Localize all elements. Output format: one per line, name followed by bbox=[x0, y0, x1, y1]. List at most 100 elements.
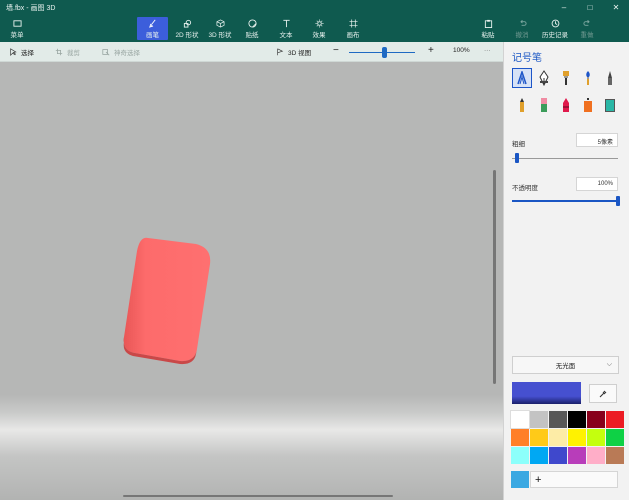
color-swatch[interactable] bbox=[568, 411, 586, 428]
add-color-button[interactable]: + bbox=[530, 471, 618, 488]
maximize-button[interactable]: □ bbox=[577, 0, 603, 15]
crop-icon bbox=[55, 48, 63, 56]
3d-shapes-icon bbox=[216, 18, 224, 28]
color-swatch[interactable] bbox=[606, 447, 624, 464]
opacity-label: 不透明度 bbox=[512, 185, 538, 192]
sticker-icon bbox=[247, 18, 257, 28]
horizontal-scrollbar[interactable] bbox=[123, 495, 393, 497]
crop-tool[interactable]: 裁剪 bbox=[55, 47, 80, 57]
color-swatch[interactable] bbox=[530, 429, 548, 446]
canvas-toolbar: 选择 裁剪 神奇选择 3D 视图 − + 100% ··· bbox=[0, 42, 503, 62]
redo-button[interactable]: 重做 bbox=[576, 17, 598, 40]
thickness-input[interactable]: 5像素 bbox=[576, 133, 618, 147]
history-button[interactable]: 历史记录 bbox=[539, 17, 571, 40]
effects-icon bbox=[314, 18, 324, 28]
custom-color-swatch[interactable] bbox=[511, 471, 529, 488]
redo-icon bbox=[582, 19, 590, 26]
thickness-slider-thumb[interactable] bbox=[515, 153, 520, 163]
eyedropper-icon bbox=[599, 390, 607, 397]
paste-button[interactable]: 粘贴 bbox=[477, 17, 499, 40]
pixel-pen-icon bbox=[608, 71, 612, 85]
color-swatch[interactable] bbox=[606, 429, 624, 446]
watercolor-brush[interactable] bbox=[578, 68, 598, 88]
color-swatch[interactable] bbox=[587, 429, 605, 446]
history-icon bbox=[551, 19, 559, 27]
eraser-icon bbox=[541, 98, 547, 112]
color-swatch[interactable] bbox=[549, 447, 567, 464]
color-swatch[interactable] bbox=[511, 447, 529, 464]
magic-select-tool[interactable]: 神奇选择 bbox=[102, 47, 140, 57]
current-color-swatch[interactable] bbox=[512, 382, 581, 404]
color-swatch[interactable] bbox=[530, 411, 548, 428]
fill-brush[interactable] bbox=[600, 95, 620, 115]
color-swatch[interactable] bbox=[587, 447, 605, 464]
color-swatch[interactable] bbox=[587, 411, 605, 428]
tab-stickers[interactable]: 贴纸 bbox=[239, 17, 265, 40]
undo-icon bbox=[519, 19, 527, 26]
undo-button[interactable]: 撤消 bbox=[511, 17, 533, 40]
menu-button[interactable]: 菜单 bbox=[4, 17, 30, 40]
tab-3d-shapes[interactable]: 3D 形状 bbox=[205, 17, 235, 40]
calligraphy-pen-icon bbox=[539, 70, 549, 86]
color-swatch[interactable] bbox=[511, 429, 529, 446]
redo-label: 重做 bbox=[580, 31, 594, 39]
crayon-brush[interactable] bbox=[556, 95, 576, 115]
spray-can-brush[interactable] bbox=[578, 95, 598, 115]
oil-brush-icon bbox=[563, 71, 569, 85]
select-label: 选择 bbox=[21, 50, 34, 57]
2d-shapes-icon bbox=[183, 19, 191, 28]
finish-value: 无光面 bbox=[555, 363, 576, 370]
fill-bucket-icon bbox=[605, 99, 615, 112]
opacity-slider-thumb[interactable] bbox=[616, 196, 620, 206]
opacity-slider-fill bbox=[512, 200, 618, 202]
select-tool[interactable]: 选择 bbox=[9, 47, 34, 57]
finish-dropdown[interactable]: 无光面 ⌵ bbox=[512, 356, 619, 374]
tab-text[interactable]: 文本 bbox=[273, 17, 299, 40]
color-swatch[interactable] bbox=[568, 429, 586, 446]
color-swatch[interactable] bbox=[510, 410, 530, 429]
zoom-slider-thumb[interactable] bbox=[382, 47, 387, 58]
thickness-slider-track[interactable] bbox=[512, 158, 618, 159]
folder-icon bbox=[12, 19, 22, 27]
marker-brush[interactable] bbox=[512, 68, 532, 88]
3d-model[interactable] bbox=[0, 62, 503, 500]
more-options-button[interactable]: ··· bbox=[484, 47, 491, 54]
minimize-button[interactable]: – bbox=[551, 0, 577, 15]
pixel-pen-brush[interactable] bbox=[600, 68, 620, 88]
color-palette bbox=[510, 410, 624, 464]
tab-canvas[interactable]: 画布 bbox=[340, 17, 366, 40]
color-swatch[interactable] bbox=[549, 429, 567, 446]
zoom-in-button[interactable]: + bbox=[428, 45, 434, 56]
eyedropper-button[interactable] bbox=[589, 384, 617, 403]
canvas-area[interactable] bbox=[0, 62, 503, 500]
tab-label: 画笔 bbox=[146, 31, 159, 39]
opacity-input[interactable]: 100% bbox=[576, 177, 618, 191]
close-button[interactable]: ✕ bbox=[603, 0, 629, 15]
view-3d-toggle[interactable]: 3D 视图 bbox=[276, 47, 311, 57]
tab-brushes[interactable]: 画笔 bbox=[137, 17, 168, 40]
window-title: 墙.fbx - 画图 3D bbox=[6, 5, 56, 12]
tab-label: 文本 bbox=[279, 31, 293, 39]
color-swatch[interactable] bbox=[606, 411, 624, 428]
tab-2d-shapes[interactable]: 2D 形状 bbox=[172, 17, 202, 40]
panel-title: 记号笔 bbox=[512, 53, 542, 64]
eraser-brush[interactable] bbox=[534, 95, 554, 115]
color-swatch[interactable] bbox=[549, 411, 567, 428]
magic-select-label: 神奇选择 bbox=[114, 50, 140, 57]
view-3d-label: 3D 视图 bbox=[288, 50, 312, 57]
cursor-icon bbox=[10, 48, 17, 56]
color-swatch[interactable] bbox=[568, 447, 586, 464]
plus-icon: + bbox=[535, 473, 542, 486]
tab-effects[interactable]: 效果 bbox=[306, 17, 332, 40]
calligraphy-pen-brush[interactable] bbox=[534, 68, 554, 88]
vertical-scrollbar[interactable] bbox=[493, 170, 496, 384]
pencil-brush[interactable] bbox=[512, 95, 532, 115]
tab-label: 画布 bbox=[346, 31, 360, 39]
oil-brush[interactable] bbox=[556, 68, 576, 88]
pencil-icon bbox=[520, 98, 524, 112]
spray-can-icon bbox=[584, 98, 592, 112]
zoom-out-button[interactable]: − bbox=[333, 45, 339, 56]
zoom-level: 100% bbox=[453, 47, 470, 54]
color-swatch[interactable] bbox=[530, 447, 548, 464]
marker-icon bbox=[517, 71, 527, 85]
